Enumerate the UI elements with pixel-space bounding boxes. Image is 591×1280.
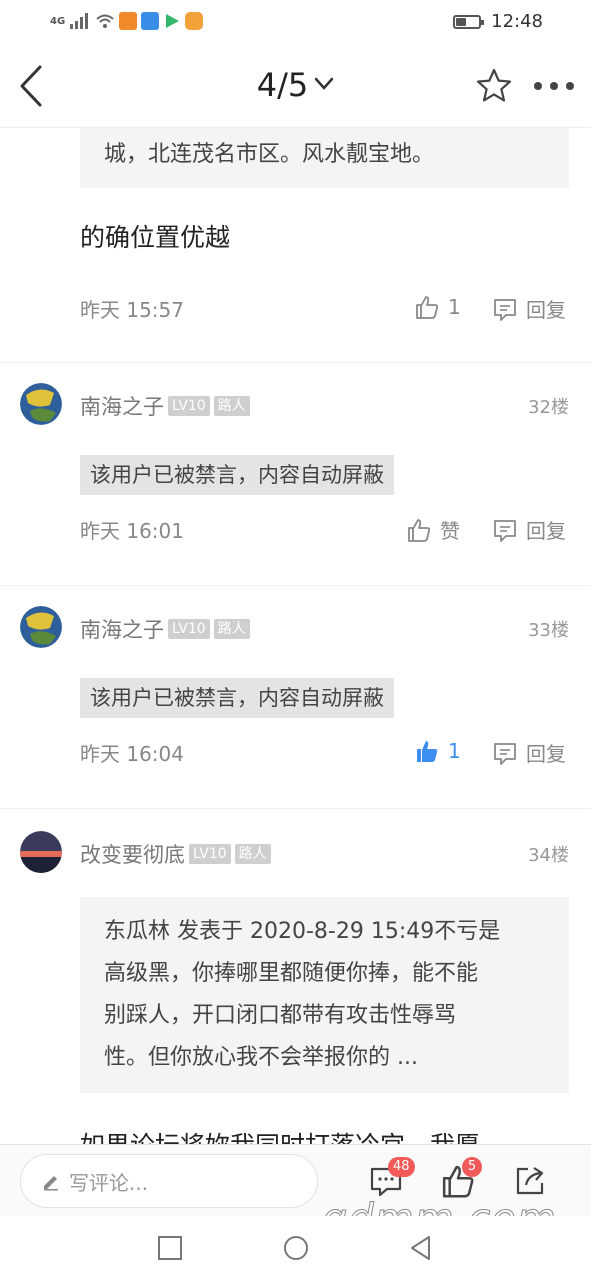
like-count: 1 <box>448 739 461 763</box>
play-app-icon <box>166 14 180 28</box>
share-icon <box>516 1167 544 1195</box>
username[interactable]: 改变要彻底 <box>80 839 185 869</box>
header: 4/5 <box>0 44 591 128</box>
comment-text: 如果论坛将妳我同时打落冷宫，我愿意！！！ <box>80 1123 569 1144</box>
comment-time: 昨天 16:01 <box>80 519 184 543</box>
more-dots-icon <box>534 82 574 90</box>
post-time: 昨天 15:57 <box>80 298 184 322</box>
avatar[interactable] <box>20 831 62 873</box>
username[interactable]: 南海之子 <box>80 391 164 421</box>
level-badge: LV10 <box>168 619 210 639</box>
system-nav-bar <box>0 1216 591 1280</box>
wifi-icon <box>96 14 114 28</box>
more-button[interactable] <box>532 76 576 96</box>
avatar[interactable] <box>20 606 62 648</box>
reply-button[interactable]: 回复 <box>492 515 566 544</box>
chevron-down-icon <box>315 77 334 90</box>
floor-number: 32楼 <box>528 397 569 418</box>
role-badge: 路人 <box>234 844 271 864</box>
network-label: 4G <box>50 15 66 27</box>
role-badge: 路人 <box>213 619 250 639</box>
comment-icon <box>494 519 516 542</box>
level-badge: LV10 <box>168 396 210 416</box>
comment-header: 南海之子 LV10 路人 32楼 <box>0 383 591 433</box>
comment-icon <box>494 742 516 765</box>
status-bar: 4G 12:48 <box>0 0 591 44</box>
clock: 12:48 <box>491 11 543 32</box>
post-text: 的确位置优越 <box>80 223 231 252</box>
comment-item: 南海之子 LV10 路人 32楼 该用户已被禁言，内容自动屏蔽 昨天 16:01… <box>0 363 591 586</box>
quote-block: 城，北连茂名市区。风水靓宝地。 <box>80 128 569 188</box>
like-button[interactable]: 赞 <box>406 515 460 544</box>
reply-button[interactable]: 回复 <box>492 738 566 767</box>
battery-icon <box>453 14 485 29</box>
comment-input[interactable]: 写评论... <box>20 1154 318 1208</box>
like-button[interactable]: 1 <box>414 738 461 764</box>
thumbs-up-icon <box>416 296 439 319</box>
back-nav-button[interactable] <box>407 1234 435 1262</box>
comment-placeholder: 写评论... <box>69 1170 149 1195</box>
reply-label: 回复 <box>526 298 566 322</box>
comments-button[interactable]: 48 <box>368 1157 415 1199</box>
like-button[interactable]: 1 <box>414 294 461 320</box>
like-count-badge: 5 <box>462 1157 482 1177</box>
pencil-icon <box>44 1176 58 1191</box>
comment-header: 改变要彻底 LV10 路人 34楼 <box>0 831 591 881</box>
reply-button[interactable]: 回复 <box>492 294 566 323</box>
avatar[interactable] <box>20 383 62 425</box>
square-icon <box>158 1236 182 1260</box>
floor-number: 33楼 <box>528 620 569 641</box>
signal-icon <box>70 13 89 29</box>
star-icon <box>476 68 512 102</box>
triangle-back-icon <box>411 1236 430 1260</box>
browser-app-icon <box>185 12 204 30</box>
share-button[interactable] <box>512 1163 548 1199</box>
comment-count-badge: 48 <box>388 1157 415 1177</box>
username[interactable]: 南海之子 <box>80 614 164 644</box>
comment-item: 南海之子 LV10 路人 33楼 该用户已被禁言，内容自动屏蔽 昨天 16:04… <box>0 586 591 809</box>
comment-meta: 昨天 16:01 赞 回复 <box>0 515 591 555</box>
photo-app-icon <box>141 12 160 30</box>
reply-label: 回复 <box>526 519 566 543</box>
reply-label: 回复 <box>526 742 566 766</box>
post-meta: 昨天 15:57 1 回复 <box>0 294 591 334</box>
quote-line: 东瓜林 发表于 2020-8-29 15:49不亏是 <box>104 919 501 944</box>
page-indicator: 4/5 <box>256 66 309 104</box>
comment-item: 改变要彻底 LV10 路人 34楼 东瓜林 发表于 2020-8-29 15:4… <box>0 809 591 1144</box>
favorite-button[interactable] <box>474 66 514 106</box>
comment-time: 昨天 16:04 <box>80 742 184 766</box>
banned-notice: 该用户已被禁言，内容自动屏蔽 <box>80 455 394 495</box>
comment-meta: 昨天 16:04 1 回复 <box>0 738 591 778</box>
floor-number: 34楼 <box>528 845 569 866</box>
banned-notice: 该用户已被禁言，内容自动屏蔽 <box>80 678 394 718</box>
thread-content[interactable]: 城，北连茂名市区。风水靓宝地。 的确位置优越 昨天 15:57 1 回复 南海之… <box>0 128 591 1144</box>
quote-line: 性。但你放心我不会举报你的 ... <box>104 1045 418 1070</box>
level-badge: LV10 <box>189 844 231 864</box>
like-label: 赞 <box>440 519 460 543</box>
quote-block: 东瓜林 发表于 2020-8-29 15:49不亏是 高级黑，你捧哪里都随便你捧… <box>80 897 569 1093</box>
like-button[interactable]: 5 <box>440 1157 482 1199</box>
quote-text: 城，北连茂名市区。风水靓宝地。 <box>104 142 435 167</box>
quote-line: 高级黑，你捧哪里都随便你捧，能不能 <box>104 961 479 986</box>
comment-icon <box>494 298 516 321</box>
thumbs-up-filled-icon <box>417 741 438 762</box>
role-badge: 路人 <box>213 396 250 416</box>
thumbs-up-icon <box>408 518 431 542</box>
comment-header: 南海之子 LV10 路人 33楼 <box>0 606 591 656</box>
like-count: 1 <box>448 295 461 319</box>
quote-line: 别踩人，开口闭口都带有攻击性辱骂 <box>104 1003 457 1028</box>
recents-button[interactable] <box>156 1234 184 1262</box>
circle-icon <box>284 1236 308 1260</box>
home-button[interactable] <box>282 1234 310 1262</box>
video-app-icon <box>119 12 138 30</box>
